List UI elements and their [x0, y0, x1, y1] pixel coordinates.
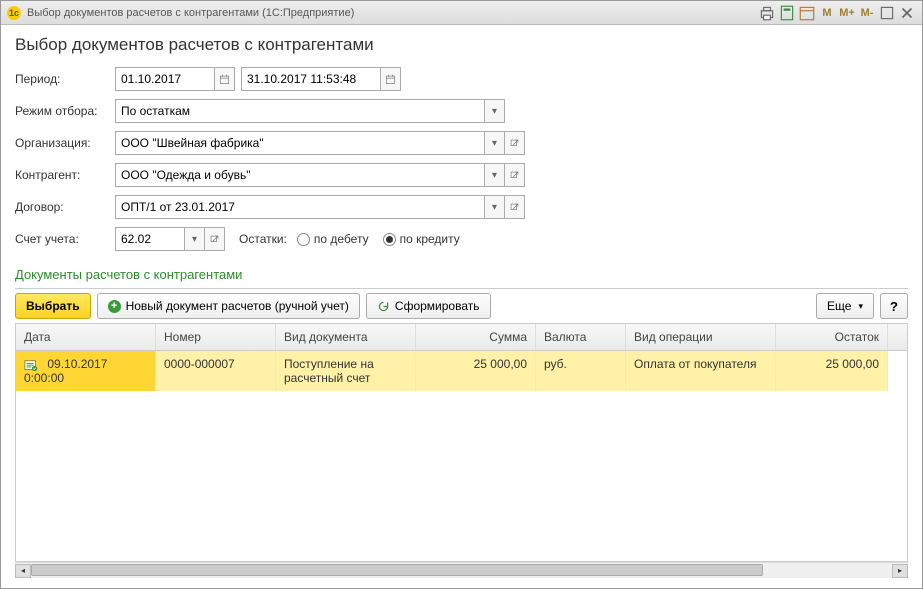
open-icon[interactable]: [505, 131, 525, 155]
mode-input[interactable]: [115, 99, 485, 123]
account-input[interactable]: [115, 227, 185, 251]
th-date[interactable]: Дата: [16, 324, 156, 350]
contr-input[interactable]: [115, 163, 485, 187]
new-doc-label: Новый документ расчетов (ручной учет): [126, 299, 349, 313]
balances-label: Остатки:: [239, 232, 287, 246]
window-title: Выбор документов расчетов с контрагентам…: [27, 7, 354, 19]
app-icon: 1c: [7, 6, 21, 20]
generate-label: Сформировать: [395, 299, 480, 313]
dropdown-icon[interactable]: ▾: [485, 131, 505, 155]
minimize-icon[interactable]: [878, 5, 896, 21]
mode-label: Режим отбора:: [15, 104, 115, 118]
more-label: Еще: [827, 299, 851, 313]
table-row[interactable]: 09.10.2017 0:00:00 0000-000007 Поступлен…: [16, 351, 907, 391]
cell-rest: 25 000,00: [776, 351, 888, 391]
more-button[interactable]: Еще ▾: [816, 293, 874, 319]
print-icon[interactable]: [758, 5, 776, 21]
org-row: Организация: ▾: [15, 131, 908, 155]
table-header: Дата Номер Вид документа Сумма Валюта Ви…: [16, 324, 907, 351]
calendar-icon[interactable]: [381, 67, 401, 91]
credit-radio[interactable]: по кредиту: [383, 232, 460, 246]
scroll-right-icon[interactable]: ▸: [892, 564, 908, 578]
page-title: Выбор документов расчетов с контрагентам…: [15, 35, 908, 55]
mode-row: Режим отбора: ▾: [15, 99, 908, 123]
th-rest[interactable]: Остаток: [776, 324, 888, 350]
memory-mminus-button[interactable]: M-: [858, 5, 876, 21]
td-date: 09.10.2017 0:00:00: [16, 351, 156, 391]
contract-label: Договор:: [15, 200, 115, 214]
radio-icon: [383, 233, 396, 246]
calendar-icon[interactable]: [215, 67, 235, 91]
cell-op: Оплата от покупателя: [626, 351, 776, 391]
calendar-icon[interactable]: [798, 5, 816, 21]
new-doc-button[interactable]: + Новый документ расчетов (ручной учет): [97, 293, 360, 319]
contract-input[interactable]: [115, 195, 485, 219]
open-icon[interactable]: [205, 227, 225, 251]
dropdown-icon[interactable]: ▾: [185, 227, 205, 251]
scroll-thumb[interactable]: [31, 564, 763, 576]
content: Выбор документов расчетов с контрагентам…: [1, 25, 922, 588]
cell-num: 0000-000007: [156, 351, 276, 391]
open-icon[interactable]: [505, 163, 525, 187]
org-label: Организация:: [15, 136, 115, 150]
toolbar: Выбрать + Новый документ расчетов (ручно…: [15, 288, 908, 324]
date-from-input[interactable]: [115, 67, 215, 91]
account-label: Счет учета:: [15, 232, 115, 246]
th-type[interactable]: Вид документа: [276, 324, 416, 350]
period-label: Период:: [15, 72, 115, 86]
credit-label: по кредиту: [400, 232, 460, 246]
table-body: 09.10.2017 0:00:00 0000-000007 Поступлен…: [16, 351, 907, 561]
close-icon[interactable]: [898, 5, 916, 21]
horizontal-scrollbar[interactable]: ◂ ▸: [15, 562, 908, 578]
section-title: Документы расчетов с контрагентами: [15, 267, 908, 282]
scroll-track[interactable]: [31, 564, 892, 578]
memory-m-button[interactable]: M: [818, 5, 836, 21]
cell-cur: руб.: [536, 351, 626, 391]
period-row: Период:: [15, 67, 908, 91]
help-button[interactable]: ?: [880, 293, 908, 319]
contract-row: Договор: ▾: [15, 195, 908, 219]
radio-icon: [297, 233, 310, 246]
window: 1c Выбор документов расчетов с контраген…: [0, 0, 923, 589]
contr-label: Контрагент:: [15, 168, 115, 182]
generate-button[interactable]: Сформировать: [366, 293, 491, 319]
calc-icon[interactable]: [778, 5, 796, 21]
table: Дата Номер Вид документа Сумма Валюта Ви…: [15, 324, 908, 562]
th-sum[interactable]: Сумма: [416, 324, 536, 350]
plus-icon: +: [108, 300, 121, 313]
th-cur[interactable]: Валюта: [536, 324, 626, 350]
th-num[interactable]: Номер: [156, 324, 276, 350]
dropdown-icon[interactable]: ▾: [485, 99, 505, 123]
date-to-input[interactable]: [241, 67, 381, 91]
th-op[interactable]: Вид операции: [626, 324, 776, 350]
document-icon: [24, 359, 38, 371]
debit-radio[interactable]: по дебету: [297, 232, 369, 246]
open-icon[interactable]: [505, 195, 525, 219]
debit-label: по дебету: [314, 232, 369, 246]
select-button[interactable]: Выбрать: [15, 293, 91, 319]
org-input[interactable]: [115, 131, 485, 155]
chevron-down-icon: ▾: [858, 301, 863, 312]
cell-sum: 25 000,00: [416, 351, 536, 391]
titlebar: 1c Выбор документов расчетов с контраген…: [1, 1, 922, 25]
scroll-left-icon[interactable]: ◂: [15, 564, 31, 578]
memory-mplus-button[interactable]: M+: [838, 5, 856, 21]
dropdown-icon[interactable]: ▾: [485, 163, 505, 187]
account-row: Счет учета: ▾ Остатки: по дебету по кред…: [15, 227, 908, 251]
cell-type: Поступление на расчетный счет: [276, 351, 416, 391]
dropdown-icon[interactable]: ▾: [485, 195, 505, 219]
contr-row: Контрагент: ▾: [15, 163, 908, 187]
refresh-icon: [377, 300, 390, 313]
